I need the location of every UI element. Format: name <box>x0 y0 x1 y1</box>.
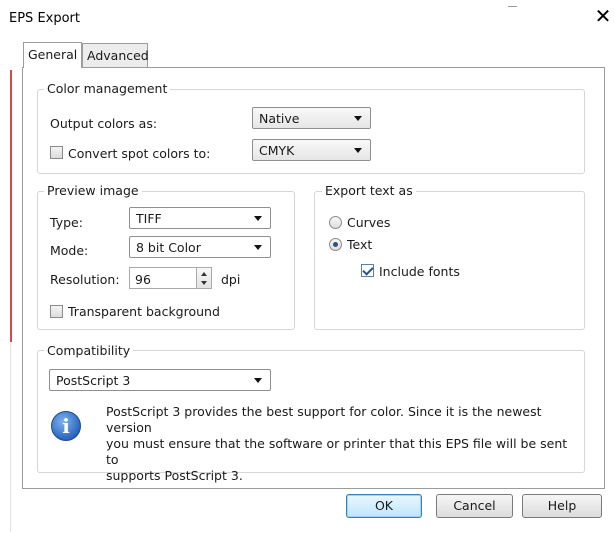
title-divider <box>508 6 517 7</box>
color-management-legend: Color management <box>44 82 171 96</box>
transparent-background-label: Transparent background <box>68 304 220 319</box>
help-button[interactable]: Help <box>522 494 602 518</box>
compatibility-dropdown[interactable]: PostScript 3 <box>49 369 271 391</box>
close-icon[interactable]: ✕ <box>594 6 612 26</box>
convert-spot-value: CMYK <box>259 143 295 158</box>
output-colors-label: Output colors as: <box>50 116 158 131</box>
ok-button[interactable]: OK <box>346 494 422 518</box>
type-value: TIFF <box>136 211 162 226</box>
include-fonts-checkbox[interactable] <box>361 264 374 277</box>
text-label: Text <box>347 237 373 252</box>
type-dropdown[interactable]: TIFF <box>129 207 271 229</box>
info-line-3: supports PostScript 3. <box>106 468 243 483</box>
compatibility-value: PostScript 3 <box>56 373 131 388</box>
info-line-1: PostScript 3 provides the best support f… <box>106 404 542 435</box>
transparent-background-checkbox[interactable] <box>50 305 63 318</box>
curves-label: Curves <box>347 215 391 230</box>
chevron-down-icon <box>354 116 362 121</box>
include-fonts-label: Include fonts <box>379 264 460 279</box>
left-accent-bar <box>10 70 12 342</box>
curves-radio[interactable] <box>329 216 342 229</box>
chevron-down-icon <box>254 378 262 383</box>
cancel-button[interactable]: Cancel <box>436 494 513 518</box>
resolution-unit: dpi <box>221 272 241 287</box>
chevron-down-icon <box>254 245 262 250</box>
spin-up-icon[interactable] <box>201 272 207 276</box>
tab-advanced[interactable]: Advanced <box>82 43 149 67</box>
type-label: Type: <box>50 215 83 230</box>
resolution-input[interactable]: 96 <box>129 267 198 289</box>
preview-image-legend: Preview image <box>44 184 142 198</box>
mode-value: 8 bit Color <box>136 240 201 255</box>
export-text-legend: Export text as <box>322 184 416 198</box>
compatibility-info-text: PostScript 3 provides the best support f… <box>106 404 576 484</box>
resolution-label: Resolution: <box>50 272 120 287</box>
tab-general[interactable]: General <box>23 42 82 68</box>
compatibility-legend: Compatibility <box>44 344 134 358</box>
convert-spot-label: Convert spot colors to: <box>68 146 211 161</box>
chevron-down-icon <box>354 148 362 153</box>
output-colors-dropdown[interactable]: Native <box>252 107 371 129</box>
info-line-2: you must ensure that the software or pri… <box>106 436 568 467</box>
convert-spot-checkbox[interactable] <box>50 146 63 159</box>
mode-label: Mode: <box>50 243 89 258</box>
mode-dropdown[interactable]: 8 bit Color <box>129 236 271 258</box>
left-edge-line <box>10 342 11 532</box>
export-text-group <box>314 191 585 330</box>
resolution-spinner[interactable] <box>196 267 212 289</box>
info-icon: i <box>51 411 81 441</box>
output-colors-value: Native <box>259 111 300 126</box>
chevron-down-icon <box>254 216 262 221</box>
window-title: EPS Export <box>9 11 80 26</box>
spin-down-icon[interactable] <box>201 281 207 285</box>
text-radio[interactable] <box>329 238 342 251</box>
color-management-group <box>37 89 585 174</box>
convert-spot-dropdown[interactable]: CMYK <box>252 139 371 161</box>
